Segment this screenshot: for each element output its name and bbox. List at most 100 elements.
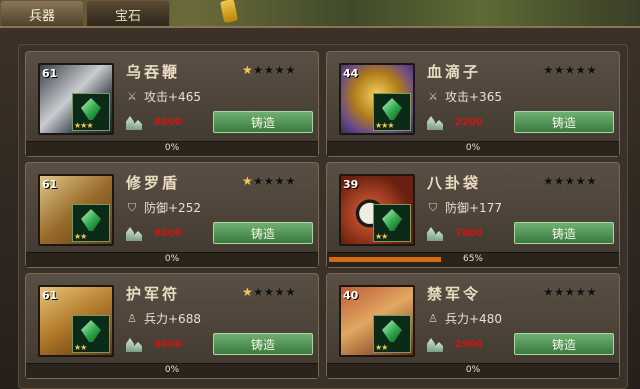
stat-value: 攻击+365 <box>445 90 502 104</box>
forge-button[interactable]: 铸造 <box>213 333 313 355</box>
item-level: 61 <box>42 67 58 80</box>
forge-button[interactable]: 铸造 <box>213 111 313 133</box>
equipment-card: 61 ★★ 修罗盾 ★★★★★ ⛉ 防御+252 8000 铸造 0% <box>25 162 319 268</box>
green-gem-icon <box>81 98 101 120</box>
item-stat: ♙ 兵力+480 <box>427 310 502 327</box>
forge-cost: 2200 <box>427 114 483 130</box>
item-name: 乌吞鞭 <box>126 63 181 81</box>
star-icon: ★ <box>586 285 597 299</box>
item-thumbnail[interactable]: 44 ★★★ <box>339 63 415 135</box>
item-thumbnail[interactable]: 61 ★★★ <box>38 63 114 135</box>
gem-slot[interactable]: ★★ <box>72 204 110 242</box>
forge-button[interactable]: 铸造 <box>514 222 614 244</box>
progress-label: 0% <box>164 254 180 264</box>
item-grid: 61 ★★★ 乌吞鞭 ★★★★★ ⚔ 攻击+465 8000 铸造 0% 44 … <box>18 44 628 389</box>
forge-cost: 7800 <box>427 225 483 241</box>
forge-progress: 0% <box>28 254 316 265</box>
star-icon: ★ <box>242 174 253 188</box>
shield-icon: ⛉ <box>127 200 137 214</box>
star-icon: ★ <box>263 174 275 188</box>
tab-bar: 兵器 宝石 <box>0 0 172 27</box>
forge-button[interactable]: 铸造 <box>514 333 614 355</box>
star-icon: ★ <box>575 285 587 299</box>
stat-value: 攻击+465 <box>144 90 201 104</box>
item-stat: ♙ 兵力+688 <box>126 310 201 327</box>
gem-slot[interactable]: ★★★ <box>72 93 110 131</box>
star-icon: ★ <box>263 63 275 77</box>
cost-value: 8000 <box>154 227 182 239</box>
item-thumbnail[interactable]: 39 ★★ <box>339 174 415 246</box>
shield-icon: ⛉ <box>428 200 438 214</box>
item-name: 护军符 <box>126 285 181 303</box>
item-thumbnail[interactable]: 61 ★★ <box>38 174 114 246</box>
cost-value: 8000 <box>154 116 182 128</box>
gem-stars: ★★★ <box>375 121 394 130</box>
star-icon: ★ <box>242 63 253 77</box>
progress-label: 0% <box>465 365 481 375</box>
gem-stars: ★★ <box>375 232 388 241</box>
star-rating: ★★★★★ <box>543 174 597 188</box>
item-level: 40 <box>343 289 359 302</box>
item-stat: ⚔ 攻击+465 <box>126 88 201 105</box>
item-level: 44 <box>343 67 359 80</box>
gem-slot[interactable]: ★★ <box>72 315 110 353</box>
forge-panel: 61 ★★★ 乌吞鞭 ★★★★★ ⚔ 攻击+465 8000 铸造 0% 44 … <box>0 26 640 389</box>
tab-gems[interactable]: 宝石 <box>86 0 170 27</box>
star-icon: ★ <box>586 174 597 188</box>
gem-stars: ★★ <box>375 343 388 352</box>
crystal-icon <box>126 336 144 352</box>
gem-slot[interactable]: ★★ <box>373 204 411 242</box>
star-icon: ★ <box>543 174 554 188</box>
crystal-icon <box>427 225 445 241</box>
item-name: 修罗盾 <box>126 174 181 192</box>
green-gem-icon <box>382 98 402 120</box>
forge-progress: 65% <box>329 254 617 265</box>
cost-value: 2900 <box>455 338 483 350</box>
forge-button[interactable]: 铸造 <box>213 222 313 244</box>
cost-value: 2200 <box>455 116 483 128</box>
item-name: 禁军令 <box>427 285 482 303</box>
gem-slot[interactable]: ★★★ <box>373 93 411 131</box>
star-icon: ★ <box>543 285 554 299</box>
item-level: 39 <box>343 178 359 191</box>
sword-icon: ⚔ <box>428 89 438 103</box>
item-stat: ⚔ 攻击+365 <box>427 88 502 105</box>
gem-stars: ★★★ <box>74 121 93 130</box>
item-thumbnail[interactable]: 61 ★★ <box>38 285 114 357</box>
crystal-icon <box>126 114 144 130</box>
forge-cost: 8000 <box>126 114 182 130</box>
forge-progress: 0% <box>329 143 617 154</box>
star-icon: ★ <box>285 63 296 77</box>
star-icon: ★ <box>274 285 286 299</box>
scene-character <box>219 0 239 24</box>
forge-progress: 0% <box>28 143 316 154</box>
star-icon: ★ <box>242 285 253 299</box>
forge-button[interactable]: 铸造 <box>514 111 614 133</box>
cost-value: 7800 <box>455 227 483 239</box>
star-rating: ★★★★★ <box>543 63 597 77</box>
sword-icon: ⚔ <box>127 89 137 103</box>
star-icon: ★ <box>285 285 296 299</box>
star-icon: ★ <box>274 174 286 188</box>
equipment-card: 39 ★★ 八卦袋 ★★★★★ ⛉ 防御+177 7800 铸造 65% <box>326 162 620 268</box>
troop-icon: ♙ <box>127 311 137 325</box>
green-gem-icon <box>81 320 101 342</box>
tab-weapons[interactable]: 兵器 <box>0 0 84 27</box>
gem-stars: ★★ <box>74 343 87 352</box>
crystal-icon <box>126 225 144 241</box>
equipment-card: 61 ★★ 护军符 ★★★★★ ♙ 兵力+688 8000 铸造 0% <box>25 273 319 379</box>
star-icon: ★ <box>586 63 597 77</box>
progress-label: 0% <box>164 143 180 153</box>
gem-slot[interactable]: ★★ <box>373 315 411 353</box>
star-icon: ★ <box>564 174 576 188</box>
forge-progress: 0% <box>28 365 316 376</box>
star-icon: ★ <box>553 174 565 188</box>
item-name: 八卦袋 <box>427 174 482 192</box>
progress-label: 0% <box>164 365 180 375</box>
item-thumbnail[interactable]: 40 ★★ <box>339 285 415 357</box>
troop-icon: ♙ <box>428 311 438 325</box>
crystal-icon <box>427 336 445 352</box>
stat-value: 兵力+480 <box>445 312 502 326</box>
stat-value: 防御+177 <box>445 201 502 215</box>
star-rating: ★★★★★ <box>543 285 597 299</box>
